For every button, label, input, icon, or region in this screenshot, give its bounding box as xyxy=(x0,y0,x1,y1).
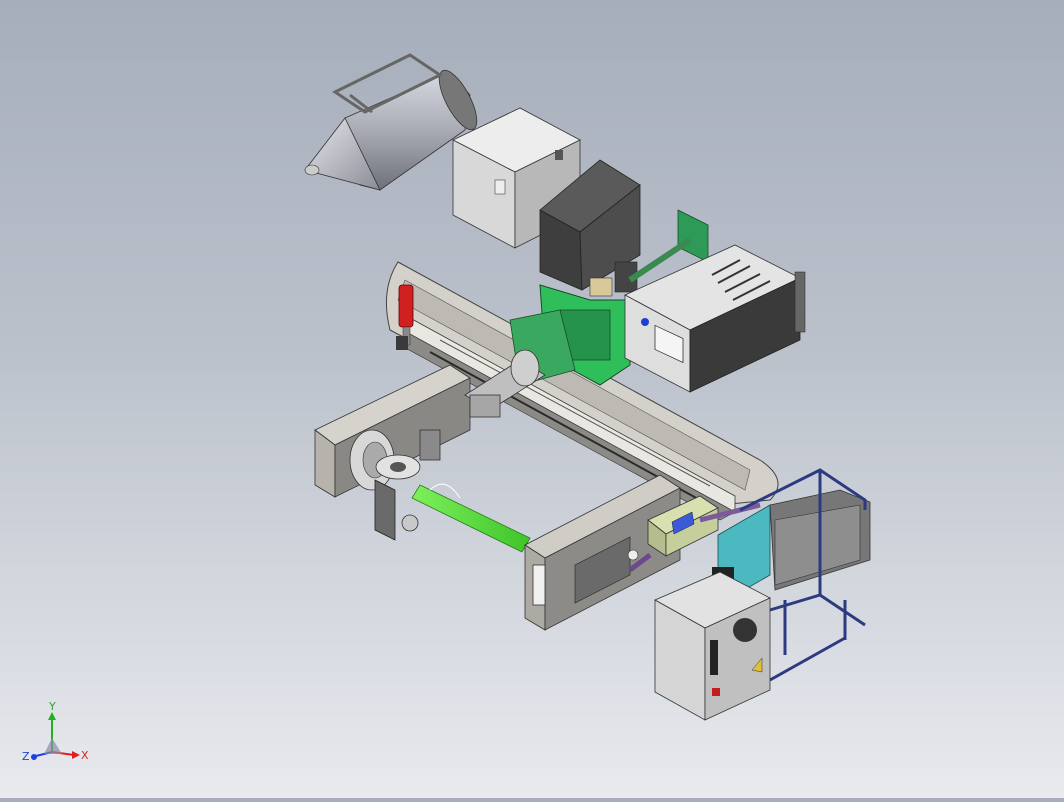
power-cabinet[interactable] xyxy=(654,571,771,721)
cad-model-view[interactable] xyxy=(0,0,1064,798)
triad-z-label: Z xyxy=(22,750,30,763)
triad-x-label: X xyxy=(81,749,89,762)
coordinate-triad: Y X Z xyxy=(22,700,89,763)
green-mandrel[interactable] xyxy=(411,483,531,553)
cad-viewport[interactable]: Y X Z xyxy=(0,0,1064,798)
triad-y-label: Y xyxy=(48,700,56,713)
